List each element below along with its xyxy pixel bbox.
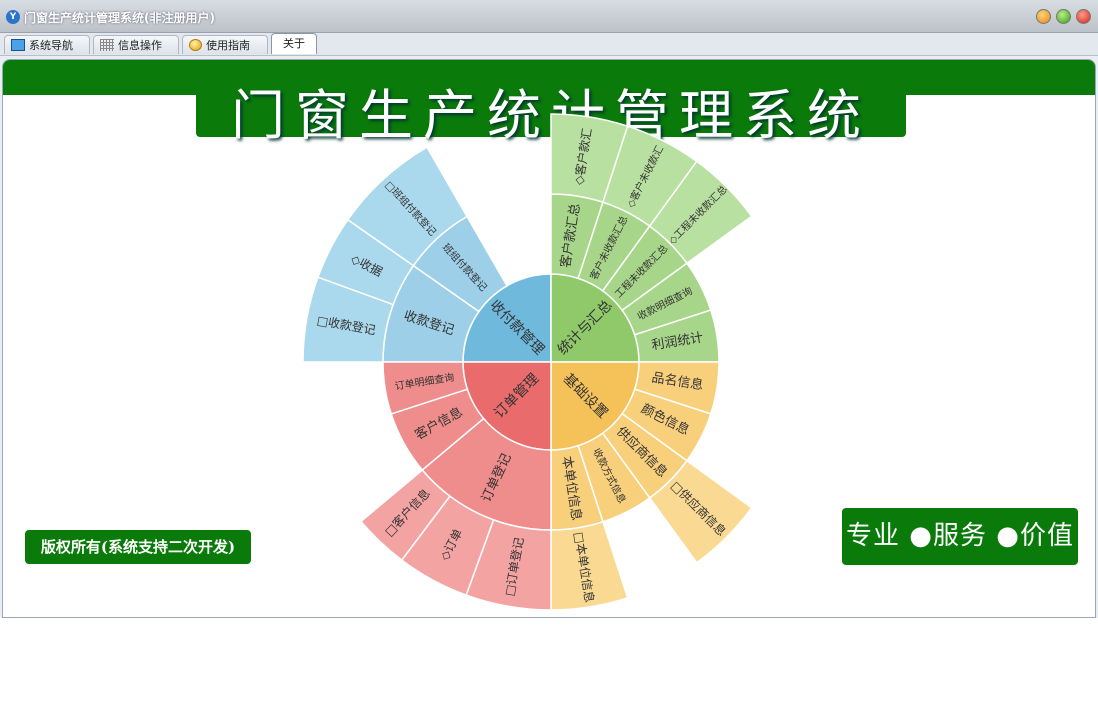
monitor-icon (11, 39, 25, 51)
tab-label: 信息操作 (118, 39, 162, 52)
app-window: Y 门窗生产统计管理系统(非注册用户) 系统导航 信息操作 使用指南 关于 门窗… (0, 0, 1098, 618)
app-logo-icon: Y (6, 10, 20, 24)
tab-info-operations[interactable]: 信息操作 (93, 35, 179, 54)
grid-icon (100, 39, 114, 51)
tab-about[interactable]: 关于 (271, 33, 317, 54)
about-panel: 门窗生产统计管理系统 收付款管理收款登记□收款登记◇收据班组付款登记□班组付款登… (2, 59, 1096, 618)
tab-user-guide[interactable]: 使用指南 (182, 35, 268, 54)
close-button[interactable] (1076, 9, 1091, 24)
tab-bar: 系统导航 信息操作 使用指南 关于 (0, 33, 1098, 56)
tab-label: 关于 (283, 37, 305, 50)
maximize-button[interactable] (1056, 9, 1071, 24)
minimize-button[interactable] (1036, 9, 1051, 24)
copyright-label: 版权所有(系统支持二次开发) (25, 530, 251, 564)
tab-label: 系统导航 (29, 39, 73, 52)
title-bar: Y 门窗生产统计管理系统(非注册用户) (0, 0, 1098, 33)
help-icon (189, 39, 202, 51)
tab-system-navigation[interactable]: 系统导航 (4, 35, 90, 54)
tab-label: 使用指南 (206, 39, 250, 52)
window-title: 门窗生产统计管理系统(非注册用户) (24, 11, 215, 25)
slogan-label: 专业 ●服务 ●价值 (842, 508, 1078, 565)
